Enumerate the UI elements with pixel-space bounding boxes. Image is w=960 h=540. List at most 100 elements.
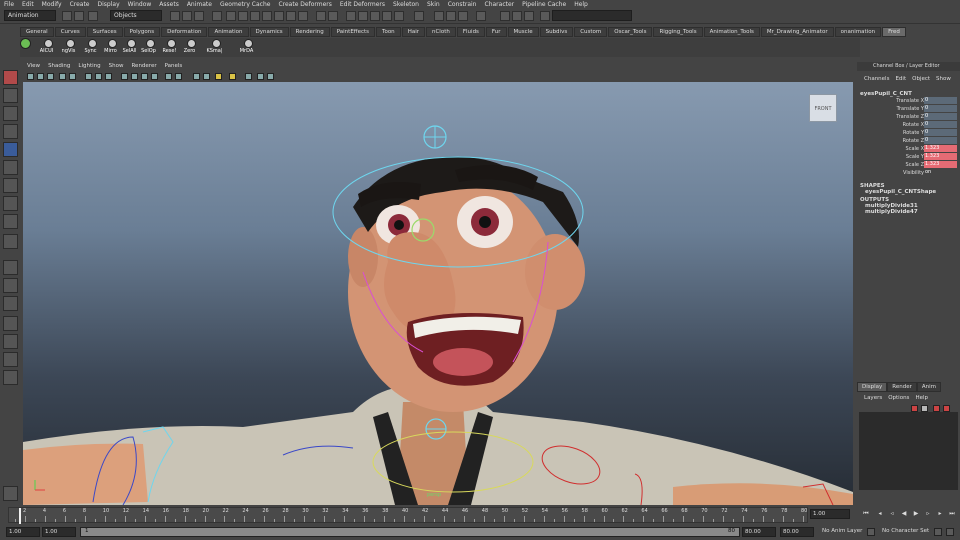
hud-icon[interactable] bbox=[267, 73, 274, 80]
gate-mask-icon[interactable] bbox=[105, 73, 112, 80]
go-to-end-icon[interactable]: ⏭ bbox=[948, 510, 956, 519]
attribute-value[interactable]: 0 bbox=[924, 121, 957, 128]
universal-manipulator-icon[interactable] bbox=[3, 178, 18, 193]
film-gate-icon[interactable] bbox=[85, 73, 92, 80]
shelf-tab-rendering[interactable]: Rendering bbox=[289, 27, 330, 37]
attribute-row[interactable]: Scale Y 1.323 bbox=[857, 153, 960, 161]
hypershade-layout-icon[interactable] bbox=[3, 334, 18, 349]
attribute-row[interactable]: Rotate Y0 bbox=[857, 129, 960, 137]
input-line-icon[interactable] bbox=[476, 11, 486, 21]
shelf-button-2[interactable]: Sync bbox=[84, 39, 101, 56]
selection-mode-dropdown[interactable]: Objects bbox=[110, 10, 162, 21]
channel-menu-object[interactable]: Object bbox=[909, 76, 933, 87]
wireframe-icon[interactable] bbox=[121, 73, 128, 80]
open-scene-icon[interactable] bbox=[74, 11, 84, 21]
shelf-tab-surfaces[interactable]: Surfaces bbox=[86, 27, 123, 37]
panel-menu-show[interactable]: Show bbox=[105, 63, 128, 72]
shelf-button-1[interactable]: ngVis bbox=[62, 39, 79, 56]
select-tool-icon[interactable] bbox=[3, 70, 18, 85]
menu-help[interactable]: Help bbox=[570, 1, 592, 8]
panel-menu-renderer[interactable]: Renderer bbox=[127, 63, 160, 72]
new-scene-icon[interactable] bbox=[62, 11, 72, 21]
high-quality-icon[interactable] bbox=[257, 73, 264, 80]
shelf-button-6[interactable]: Rese! bbox=[162, 39, 180, 56]
shelf-tab-general[interactable]: General bbox=[20, 27, 54, 37]
menu-skeleton[interactable]: Skeleton bbox=[389, 1, 423, 8]
channel-menu-edit[interactable]: Edit bbox=[892, 76, 909, 87]
shelf-tab-oscar-tools[interactable]: Oscar_Tools bbox=[608, 27, 653, 37]
channel-box-toggle-icon[interactable] bbox=[524, 11, 534, 21]
time-slider-track[interactable]: 2 4 6 8 10 12 14 16 18 20 22 24 26 28 30 32 34 36 38 40 42 44… bbox=[8, 507, 808, 524]
camera-attributes-icon[interactable] bbox=[37, 73, 44, 80]
character-set-dropdown[interactable]: No Character Set bbox=[880, 527, 932, 537]
panel-menu-shading[interactable]: Shading bbox=[44, 63, 74, 72]
menu-edit-deformers[interactable]: Edit Deformers bbox=[336, 1, 389, 8]
last-tool-icon[interactable] bbox=[3, 234, 18, 249]
make-live-icon[interactable] bbox=[394, 11, 404, 21]
lock-selection-icon[interactable] bbox=[316, 11, 326, 21]
step-back-key-icon[interactable]: ◂ bbox=[876, 510, 884, 519]
view-cube[interactable]: FRONT bbox=[809, 94, 837, 122]
range-slider[interactable]: 1 80 bbox=[80, 527, 740, 537]
menu-constrain[interactable]: Constrain bbox=[444, 1, 481, 8]
image-plane-icon[interactable] bbox=[59, 73, 66, 80]
four-view-layout-icon[interactable] bbox=[3, 278, 18, 293]
new-layer-selected-icon[interactable] bbox=[921, 405, 928, 412]
shelf-tab-ncloth[interactable]: nCloth bbox=[425, 27, 456, 37]
animation-end-field[interactable]: 80.00 bbox=[780, 527, 814, 537]
attribute-value[interactable]: 1.323 bbox=[924, 161, 957, 168]
menu-animate[interactable]: Animate bbox=[183, 1, 216, 8]
new-layer-icon[interactable] bbox=[911, 405, 918, 412]
shelf-tab-curves[interactable]: Curves bbox=[54, 27, 86, 37]
show-manipulator-icon[interactable] bbox=[3, 214, 18, 229]
shelf-tab-custom[interactable]: Custom bbox=[574, 27, 608, 37]
layer-menu-options[interactable]: Options bbox=[885, 395, 912, 401]
move-up-icon[interactable] bbox=[933, 405, 940, 412]
attribute-row[interactable]: Visibility on bbox=[857, 169, 960, 177]
shelf-tab-subdivs[interactable]: Subdivs bbox=[539, 27, 574, 37]
menu-set-dropdown[interactable]: Animation bbox=[4, 10, 56, 21]
soft-modification-icon[interactable] bbox=[3, 196, 18, 211]
attribute-value[interactable]: 0 bbox=[924, 113, 957, 120]
shadows-icon[interactable] bbox=[175, 73, 182, 80]
layer-tab-display[interactable]: Display bbox=[857, 382, 888, 392]
shelf-tab-deformation[interactable]: Deformation bbox=[161, 27, 208, 37]
layout-options-icon[interactable] bbox=[3, 370, 18, 385]
channel-menu-show[interactable]: Show bbox=[933, 76, 954, 87]
select-surfaces-icon[interactable] bbox=[262, 11, 272, 21]
layer-tab-render[interactable]: Render bbox=[887, 382, 917, 392]
smooth-shade-icon[interactable] bbox=[131, 73, 138, 80]
shelf-tab-mr-drawing-animator[interactable]: Mr_Drawing_Animator bbox=[760, 27, 834, 37]
render-view-icon[interactable] bbox=[3, 486, 18, 501]
snap-point-icon[interactable] bbox=[370, 11, 380, 21]
grid-toggle-icon[interactable] bbox=[69, 73, 76, 80]
isolate-select-icon[interactable] bbox=[245, 73, 252, 80]
menu-edit[interactable]: Edit bbox=[18, 1, 38, 8]
layer-menu-layers[interactable]: Layers bbox=[861, 395, 885, 401]
lasso-tool-icon[interactable] bbox=[3, 88, 18, 103]
rotate-tool-icon[interactable] bbox=[3, 142, 18, 157]
step-back-frame-icon[interactable]: ◃ bbox=[888, 510, 896, 519]
all-lights-icon[interactable] bbox=[229, 73, 236, 80]
menu-skin[interactable]: Skin bbox=[423, 1, 444, 8]
menu-geometry-cache[interactable]: Geometry Cache bbox=[216, 1, 274, 8]
select-rendering-icon[interactable] bbox=[298, 11, 308, 21]
panel-menu-lighting[interactable]: Lighting bbox=[74, 63, 104, 72]
attribute-value[interactable]: 0 bbox=[924, 137, 957, 144]
render-settings-icon[interactable] bbox=[458, 11, 468, 21]
select-handles-icon[interactable] bbox=[226, 11, 236, 21]
step-forward-frame-icon[interactable]: ▹ bbox=[924, 510, 932, 519]
shelf-tab-toon[interactable]: Toon bbox=[376, 27, 401, 37]
current-frame-field[interactable]: 1.00 bbox=[810, 509, 850, 519]
shelf-tab-onanimation[interactable]: onanimation bbox=[834, 27, 882, 37]
step-forward-key-icon[interactable]: ▸ bbox=[936, 510, 944, 519]
time-slider[interactable]: 2 4 6 8 10 12 14 16 18 20 22 24 26 28 30 32 34 36 38 40 42 44… bbox=[0, 506, 960, 524]
save-scene-icon[interactable] bbox=[88, 11, 98, 21]
menu-modify[interactable]: Modify bbox=[38, 1, 66, 8]
select-dynamics-icon[interactable] bbox=[286, 11, 296, 21]
snap-grid-icon[interactable] bbox=[346, 11, 356, 21]
shelf-tab-polygons[interactable]: Polygons bbox=[123, 27, 161, 37]
shelf-button-5[interactable]: SelOp bbox=[141, 39, 159, 56]
menu-file[interactable]: File bbox=[0, 1, 18, 8]
select-by-component-icon[interactable] bbox=[194, 11, 204, 21]
